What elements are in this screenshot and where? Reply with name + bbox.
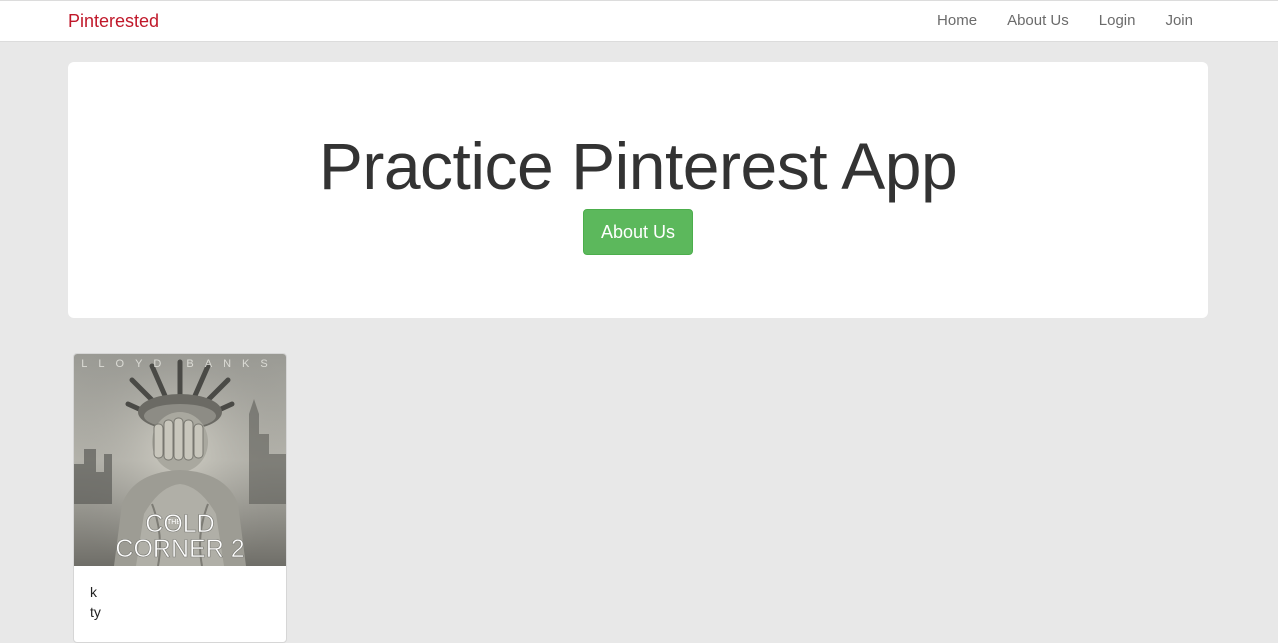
album-cover-image: LLOYD BANKS THE COLD CORNER 2 (74, 354, 286, 566)
pin-caption-line: ty (90, 604, 101, 620)
nav-link-join[interactable]: Join (1165, 1, 1193, 41)
about-us-button[interactable]: About Us (583, 209, 693, 255)
brand-logo-link[interactable]: Pinterested (68, 11, 159, 31)
pin-card[interactable]: LLOYD BANKS THE COLD CORNER 2 k ty (73, 353, 287, 643)
nav-links: Home About Us Login Join (907, 1, 1193, 41)
cover-top-text: LLOYD BANKS (81, 358, 278, 370)
cover-title-line2: CORNER 2 (115, 535, 244, 563)
nav-link-login[interactable]: Login (1099, 1, 1136, 41)
page-title: Practice Pinterest App (318, 129, 958, 203)
top-navbar: Pinterested Home About Us Login Join (0, 0, 1278, 42)
cover-title-line1: COLD (145, 510, 214, 538)
pin-caption: k ty (90, 582, 101, 622)
nav-link-home[interactable]: Home (937, 1, 977, 41)
pin-image[interactable]: LLOYD BANKS THE COLD CORNER 2 (74, 354, 286, 566)
jumbotron: Practice Pinterest App About Us (68, 62, 1208, 318)
nav-link-about-us[interactable]: About Us (1007, 1, 1069, 41)
pin-caption-line: k (90, 584, 97, 600)
